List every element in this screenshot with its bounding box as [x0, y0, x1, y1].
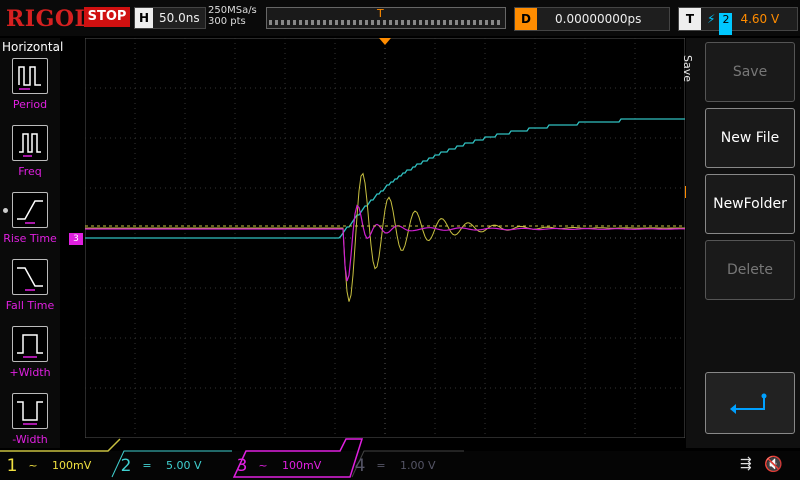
memory-position-bar[interactable]: T [266, 7, 506, 29]
channel-2-number: 2 [120, 456, 132, 476]
channel-2-scale: 5.00 V [166, 459, 202, 472]
delay-key: D [515, 8, 537, 30]
channel-1-coupling: ~ [28, 459, 38, 472]
save-menu-tab: Save [681, 44, 702, 104]
period-label: Period [12, 98, 48, 111]
measure-fall-time[interactable]: Fall Time [0, 259, 60, 317]
save-button[interactable]: Save [705, 42, 795, 102]
trigger-level: 4.60 V [740, 12, 780, 26]
sample-info: 250MSa/s 300 pts [208, 5, 257, 27]
ch3-offset-marker[interactable]: 3 [69, 233, 83, 245]
fall-time-label: Fall Time [5, 299, 55, 312]
channel-1-number: 1 [6, 456, 18, 476]
pos-width-label: +Width [9, 366, 51, 379]
rising-edge-icon: ⚡ [707, 12, 716, 26]
save-menu-tab-label: Save [681, 54, 695, 83]
channel-3-tab[interactable]: 3 ~100mV [232, 455, 322, 477]
fall-time-icon [12, 259, 48, 295]
sample-rate: 250MSa/s [208, 5, 257, 16]
measure-menu-title: Horizontal [2, 40, 64, 54]
trigger-key: T [679, 8, 701, 30]
channel-1-tab[interactable]: 1 ~100mV [2, 455, 92, 477]
delete-button[interactable]: Delete [705, 240, 795, 300]
channel-3-number: 3 [236, 456, 248, 476]
sample-points: 300 pts [208, 16, 246, 27]
trigger-display[interactable]: T ⚡ 2 4.60 V [678, 7, 798, 35]
brand-logo: RIGOL [6, 6, 91, 32]
speaker-muted-icon[interactable]: 🔇 [764, 455, 783, 473]
measure-period[interactable]: Period [0, 58, 60, 116]
usb-icon: ⇶ [740, 456, 752, 472]
channel-4-number: 4 [354, 456, 366, 476]
measure-rise-time[interactable]: Rise Time [0, 192, 60, 250]
delay-value: 0.00000000ps [555, 12, 642, 26]
channel-3-coupling: ~ [258, 459, 268, 472]
period-icon [12, 58, 48, 94]
return-button[interactable] [705, 372, 795, 434]
delay-display[interactable]: D 0.00000000ps [514, 7, 670, 31]
channel-2-coupling: = [142, 459, 152, 472]
new-file-button[interactable]: New File [705, 108, 795, 168]
channel-1-scale: 100mV [52, 459, 92, 472]
new-folder-button[interactable]: NewFolder [705, 174, 795, 234]
trigger-position-marker: T [377, 7, 384, 20]
rise-time-icon [12, 192, 48, 228]
waveform-display[interactable] [85, 38, 685, 438]
timebase-key: H [135, 8, 153, 28]
rise-time-label: Rise Time [3, 232, 57, 245]
return-icon [730, 393, 767, 414]
channel-4-tab[interactable]: 4 = 1.00 V [350, 455, 436, 477]
pos-width-icon [12, 326, 48, 362]
trigger-time-marker [379, 38, 391, 45]
neg-width-icon [12, 393, 48, 429]
freq-label: Freq [18, 165, 42, 178]
measure-pos-width[interactable]: +Width [0, 326, 60, 384]
timebase-display[interactable]: H 50.0ns [134, 7, 206, 29]
trigger-channel: 2 [719, 13, 733, 35]
run-stop-indicator[interactable]: STOP [84, 7, 130, 27]
memory-band [269, 20, 503, 25]
channel-4-coupling: = [376, 459, 386, 472]
channel-3-scale: 100mV [282, 459, 322, 472]
timebase-value: 50.0ns [159, 11, 200, 25]
measure-freq[interactable]: Freq [0, 125, 60, 183]
channel-2-tab[interactable]: 2 = 5.00 V [116, 455, 202, 477]
channel-4-scale: 1.00 V [400, 459, 436, 472]
freq-icon [12, 125, 48, 161]
